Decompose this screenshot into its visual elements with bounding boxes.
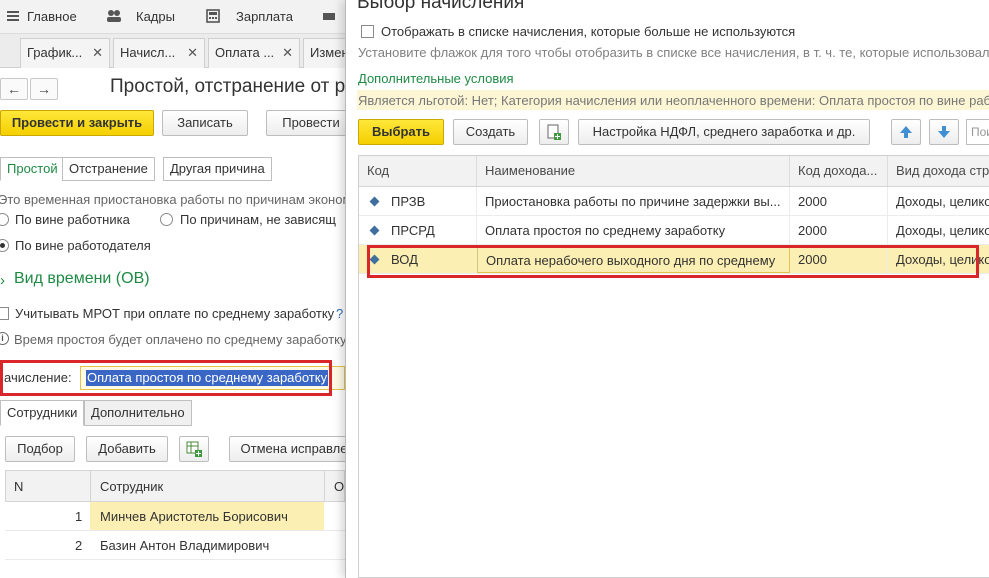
- settings-button[interactable]: Настройка НДФЛ, среднего заработка и др.: [578, 119, 870, 145]
- section-bar: Главное Кадры Зарплата: [0, 0, 345, 34]
- mrot-checkbox[interactable]: [0, 307, 9, 320]
- row-income-type: Доходы, целико: [896, 223, 989, 238]
- form-title: Простой, отстранение от р: [110, 76, 345, 97]
- copy-icon[interactable]: [539, 119, 569, 145]
- tab-other-reason[interactable]: Другая причина: [163, 157, 272, 181]
- help-icon[interactable]: ?: [336, 306, 343, 321]
- show-unused-checkbox[interactable]: [361, 25, 374, 38]
- section-main[interactable]: Главное: [27, 0, 77, 34]
- search-input[interactable]: Поиск: [966, 119, 989, 145]
- grid-row[interactable]: ПРЗВ Приостановка работы по причине заде…: [359, 187, 989, 216]
- select-button[interactable]: Выбрать: [358, 119, 444, 145]
- forward-button[interactable]: →: [30, 78, 58, 100]
- col-other[interactable]: О: [334, 479, 344, 494]
- create-button[interactable]: Создать: [453, 119, 528, 145]
- move-up-icon[interactable]: [891, 119, 921, 145]
- info-text: Время простоя будет оплачено по среднему…: [14, 332, 345, 347]
- accrual-icon: [369, 225, 380, 236]
- calculator-icon: [206, 9, 220, 23]
- section-salary[interactable]: Зарплата: [236, 0, 293, 34]
- row-name: Минчев Аристотель Борисович: [100, 509, 288, 524]
- section-hr[interactable]: Кадры: [136, 0, 175, 34]
- radio-employee-fault[interactable]: [0, 213, 9, 226]
- tab-label: Оплата ...: [215, 45, 275, 60]
- back-button[interactable]: ←: [0, 78, 28, 100]
- tab-suspension[interactable]: Отстранение: [62, 157, 155, 181]
- radio-independent[interactable]: [160, 213, 173, 226]
- open-tabs: График... ✕ Начисл... ✕ Оплата ... ✕ Измен: [0, 34, 345, 68]
- table-row[interactable]: 1 Минчев Аристотель Борисович: [5, 502, 345, 531]
- tab-accrual[interactable]: Начисл... ✕: [113, 38, 205, 68]
- tab-schedule[interactable]: График... ✕: [20, 38, 110, 68]
- search-placeholder: Поиск: [971, 125, 989, 139]
- row-income-code: 2000: [790, 187, 888, 215]
- post-button[interactable]: Провести: [266, 110, 345, 136]
- close-icon[interactable]: ✕: [92, 39, 103, 67]
- radio-independent-label: По причинам, не зависящ: [180, 212, 336, 227]
- more-icon[interactable]: [322, 9, 336, 23]
- col-income-code[interactable]: Код дохода...: [790, 156, 888, 186]
- tab-changes[interactable]: Измен: [303, 38, 345, 68]
- accrual-selection-dialog: Выбор начисления Отображать в списке нач…: [345, 0, 989, 578]
- table-row[interactable]: 2 Базин Антон Владимирович: [5, 531, 345, 560]
- grid-row[interactable]: ПРСРД Оплата простоя по среднему заработ…: [359, 216, 989, 245]
- tab-label: График...: [27, 45, 83, 60]
- column-divider: [90, 471, 91, 501]
- pick-button[interactable]: Подбор: [5, 436, 75, 462]
- tab-payment[interactable]: Оплата ... ✕: [208, 38, 300, 68]
- close-icon[interactable]: ✕: [282, 39, 293, 67]
- dialog-title: Выбор начисления: [357, 0, 525, 13]
- people-icon: [106, 9, 121, 23]
- chevron-right-icon[interactable]: ›: [0, 272, 5, 289]
- description-text: Это временная приостановка работы по при…: [0, 192, 345, 207]
- col-code[interactable]: Код: [359, 156, 477, 186]
- tab-additional[interactable]: Дополнительно: [84, 400, 192, 426]
- hint-text: Установите флажок для того чтобы отобраз…: [358, 45, 989, 60]
- radio-employee-label: По вине работника: [15, 212, 130, 227]
- row-number-text: 1: [75, 509, 83, 524]
- row-income-code: 2000: [790, 216, 888, 244]
- accrual-grid: Код Наименование Код дохода... Вид доход…: [358, 155, 989, 578]
- grid-header: Код Наименование Код дохода... Вид доход…: [359, 156, 989, 187]
- employees-table-header: N Сотрудник О: [5, 470, 345, 502]
- row-name: Приостановка работы по причине задержки …: [477, 187, 790, 215]
- tab-label: Начисл...: [120, 45, 176, 60]
- document-form: Главное Кадры Зарплата График... ✕ Начисл…: [0, 0, 345, 578]
- col-name[interactable]: Наименование: [477, 156, 790, 186]
- info-icon: i: [0, 332, 9, 345]
- cancel-fix-button[interactable]: Отмена исправле: [229, 436, 345, 462]
- column-divider: [324, 471, 325, 501]
- col-n[interactable]: N: [14, 479, 23, 494]
- accrual-icon: [369, 196, 380, 207]
- radio-employer-fault[interactable]: [0, 239, 9, 252]
- time-type-group[interactable]: Вид времени (ОВ): [14, 270, 150, 288]
- close-icon[interactable]: ✕: [187, 39, 198, 67]
- menu-icon: [6, 9, 20, 23]
- row-code: ПРЗВ: [383, 187, 477, 215]
- highlight-accrual: [0, 360, 332, 396]
- tab-label: Измен: [310, 45, 345, 60]
- add-button[interactable]: Добавить: [86, 436, 168, 462]
- show-unused-label: Отображать в списке начисления, которые …: [381, 24, 796, 39]
- add-row-icon[interactable]: [179, 436, 209, 462]
- col-employee[interactable]: Сотрудник: [100, 479, 163, 494]
- mrot-label: Учитывать МРОТ при оплате по среднему за…: [15, 306, 335, 321]
- tab-downtime[interactable]: Простой: [0, 157, 65, 181]
- radio-employer-label: По вине работодателя: [15, 238, 151, 253]
- move-down-icon[interactable]: [929, 119, 959, 145]
- filter-text: Является льготой: Нет; Категория начисле…: [358, 93, 989, 108]
- row-name: Базин Антон Владимирович: [100, 538, 270, 553]
- row-name: Оплата простоя по среднему заработку: [477, 216, 790, 244]
- row-code: ПРСРД: [383, 216, 477, 244]
- save-button[interactable]: Записать: [162, 110, 248, 136]
- highlight-selected-row: [367, 245, 979, 278]
- post-and-close-button[interactable]: Провести и закрыть: [0, 110, 154, 136]
- extra-conditions-link[interactable]: Дополнительные условия: [358, 71, 514, 86]
- row-number-text: 2: [75, 538, 83, 553]
- tab-employees[interactable]: Сотрудники: [0, 400, 85, 426]
- row-income-type: Доходы, целико: [896, 194, 989, 209]
- col-income-type[interactable]: Вид дохода стр: [888, 156, 989, 186]
